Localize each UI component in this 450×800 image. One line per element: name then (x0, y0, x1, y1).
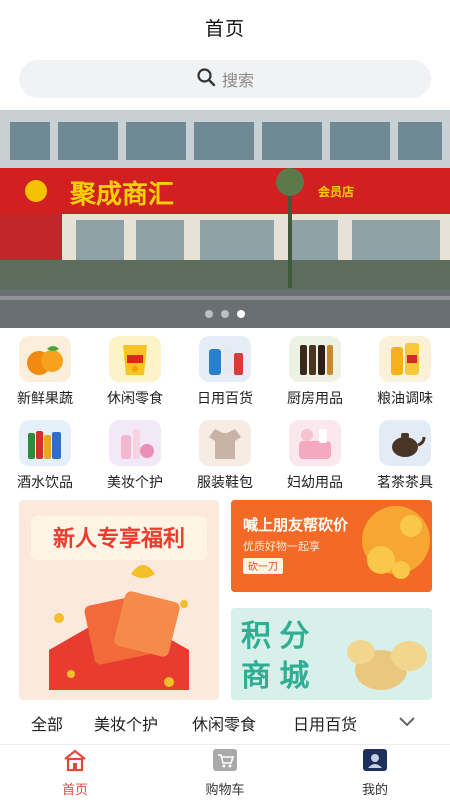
cosmetics-icon (109, 420, 161, 466)
tab-cosmetics[interactable]: 美妆个护 (94, 711, 158, 735)
orange-fruit-icon (19, 336, 71, 382)
bargain-title: 喊上朋友帮砍价 (243, 516, 349, 534)
category-label: 妇幼用品 (287, 475, 343, 491)
category-clothing[interactable]: 服装鞋包 (180, 420, 270, 498)
category-label: 茗茶茶具 (377, 475, 433, 491)
store-front-image: 聚成商汇 会员店 (0, 110, 450, 328)
nav-home-label: 首页 (61, 782, 88, 798)
carousel-indicators (0, 310, 450, 318)
clothing-icon (199, 420, 251, 466)
tab-daily-goods[interactable]: 日用百货 (293, 711, 357, 735)
snack-bag-icon (109, 336, 161, 382)
kitchen-bottles-icon (289, 336, 341, 382)
tab-all[interactable]: 全部 (31, 711, 63, 735)
bargain-promo-card[interactable]: 喊上朋友帮砍价 优质好物一起享 砍一刀 (231, 500, 432, 592)
newcomer-title: 新人专享福利 (53, 526, 185, 551)
cart-icon (212, 748, 238, 776)
teapot-icon (379, 420, 431, 466)
bargain-subtitle: 优质好物一起享 (243, 539, 320, 553)
nav-profile[interactable]: 我的 (300, 745, 450, 800)
baby-products-icon (289, 420, 341, 466)
points-title-line1: 积 分 (241, 620, 309, 653)
category-snacks[interactable]: 休闲零食 (90, 336, 180, 414)
nav-cart[interactable]: 购物车 (150, 745, 300, 800)
category-label: 美妆个护 (107, 475, 163, 491)
points-mall-card[interactable]: 积 分 商 城 (231, 608, 432, 700)
page-title: 首页 (204, 17, 245, 40)
search-icon (196, 67, 216, 91)
category-label: 新鲜果蔬 (17, 391, 73, 407)
daily-goods-icon (199, 336, 251, 382)
category-beverages[interactable]: 酒水饮品 (0, 420, 90, 498)
bottom-navigation: 首页 购物车 我的 (0, 744, 450, 800)
chevron-down-icon[interactable] (398, 713, 416, 734)
top-bar: 首页 (0, 0, 450, 54)
category-tea[interactable]: 茗茶茶具 (360, 420, 450, 498)
home-icon (62, 748, 88, 776)
category-daily-goods[interactable]: 日用百货 (180, 336, 270, 414)
category-fresh-produce[interactable]: 新鲜果蔬 (0, 336, 90, 414)
newcomer-promo-card[interactable]: 新人专享福利 (19, 500, 219, 700)
cooking-oil-icon (379, 336, 431, 382)
nav-home[interactable]: 首页 (0, 745, 150, 800)
category-grid: 新鲜果蔬 休闲零食 日用百货 厨房用品 粮油调味 酒水饮品 美妆个护 服装鞋包 … (0, 328, 450, 498)
category-label: 粮油调味 (377, 391, 433, 407)
filter-tabs: 全部 美妆个护 休闲零食 日用百货 (0, 708, 450, 738)
points-title-line2: 商 城 (241, 660, 309, 693)
promo-section: 新人专享福利 喊上朋友帮砍价 优质好物一起享 砍一刀 积 分 商 城 (0, 500, 450, 708)
tab-snacks[interactable]: 休闲零食 (192, 711, 256, 735)
beverages-icon (19, 420, 71, 466)
profile-icon (362, 748, 388, 776)
category-baby[interactable]: 妇幼用品 (270, 420, 360, 498)
banner-carousel[interactable]: 聚成商汇 会员店 (0, 110, 450, 328)
carousel-dot[interactable] (221, 310, 229, 318)
category-label: 休闲零食 (107, 391, 163, 407)
search-placeholder: 搜索 (221, 71, 254, 90)
bargain-button[interactable]: 砍一刀 (248, 560, 278, 573)
app-root: 首页 搜索 聚成商汇 会员店 新鲜果蔬 休闲零食 日用百货 厨房用品 粮油调味 … (0, 0, 450, 800)
category-label: 厨房用品 (287, 391, 343, 407)
nav-profile-label: 我的 (361, 782, 388, 798)
category-label: 酒水饮品 (17, 475, 73, 491)
category-label: 日用百货 (197, 391, 253, 407)
category-cosmetics[interactable]: 美妆个护 (90, 420, 180, 498)
store-name: 聚成商汇 (69, 179, 174, 209)
search-bar[interactable]: 搜索 (19, 60, 431, 98)
category-grain-oil[interactable]: 粮油调味 (360, 336, 450, 414)
carousel-dot[interactable] (205, 310, 213, 318)
carousel-dot-active[interactable] (237, 310, 245, 318)
store-tag: 会员店 (318, 184, 354, 199)
category-label: 服装鞋包 (197, 475, 253, 491)
category-kitchen[interactable]: 厨房用品 (270, 336, 360, 414)
nav-cart-label: 购物车 (205, 782, 245, 798)
